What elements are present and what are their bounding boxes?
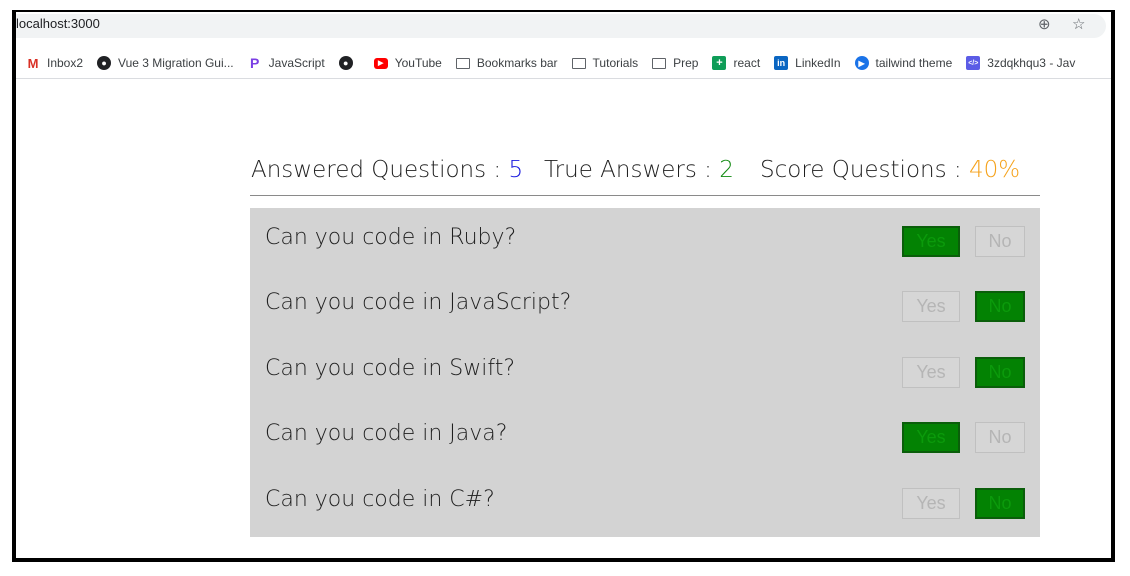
yes-button[interactable]: Yes (902, 291, 960, 322)
bookmark-globe[interactable]: ● (338, 56, 360, 70)
javascript-icon: P (249, 55, 260, 71)
no-button[interactable]: No (975, 422, 1025, 453)
url-text[interactable]: localhost:3000 (16, 16, 100, 31)
true-answers-label: True Answers : (544, 157, 720, 183)
question-row: Can you code in Ruby? Yes No (250, 208, 1040, 273)
globe-icon: ● (338, 56, 353, 70)
gmail-icon: M (27, 55, 39, 71)
question-text: Can you code in Ruby? (265, 225, 517, 250)
no-button[interactable]: No (975, 291, 1025, 322)
tailwind-icon: ▶ (854, 56, 869, 70)
yes-button[interactable]: Yes (902, 422, 960, 453)
bookmarks-bar: M Inbox2 ● Vue 3 Migration Gui... P Java… (16, 48, 1111, 79)
bookmark-label: JavaScript (268, 56, 325, 70)
true-answers-stat: True Answers : 2 (544, 157, 734, 183)
bookmark-label: 3zdqkhqu3 - Jav (987, 56, 1076, 70)
bookmark-tailwind-theme[interactable]: ▶ tailwind theme (854, 56, 953, 70)
bookmark-react[interactable]: + react (712, 56, 760, 70)
bookmark-javascript[interactable]: P JavaScript (248, 55, 325, 71)
stats-bar: Answered Questions : 5 True Answers : 2 … (250, 157, 1040, 196)
bookmark-inbox2[interactable]: M Inbox2 (26, 55, 84, 71)
true-answers-value: 2 (719, 157, 734, 183)
no-button[interactable]: No (975, 226, 1025, 257)
question-text: Can you code in C#? (265, 487, 495, 512)
bookmark-star-icon[interactable]: ☆ (1072, 15, 1085, 33)
bookmark-label: YouTube (394, 56, 442, 70)
question-text: Can you code in Swift? (265, 356, 516, 381)
bookmark-label: tailwind theme (875, 56, 953, 70)
bookmark-vue-migration[interactable]: ● Vue 3 Migration Gui... (97, 56, 234, 70)
bookmark-label: Bookmarks bar (476, 56, 558, 70)
no-button[interactable]: No (975, 357, 1025, 388)
folder-icon (652, 57, 667, 69)
answered-questions-stat: Answered Questions : 5 (251, 157, 523, 183)
question-row: Can you code in C#? Yes No (250, 470, 1040, 535)
answered-questions-label: Answered Questions : (251, 157, 509, 183)
question-row: Can you code in Swift? Yes No (250, 339, 1040, 404)
bookmark-label: Vue 3 Migration Gui... (118, 56, 234, 70)
bookmark-3zdqkhqu3[interactable]: </> 3zdqkhqu3 - Jav (966, 56, 1075, 70)
no-button[interactable]: No (975, 488, 1025, 519)
bookmark-prep[interactable]: Prep (652, 56, 698, 70)
answered-questions-value: 5 (508, 157, 524, 183)
youtube-icon: ▶ (373, 57, 388, 69)
zoom-icon[interactable]: ⊕ (1038, 15, 1051, 33)
folder-icon (455, 57, 470, 69)
bookmark-tutorials[interactable]: Tutorials (571, 56, 639, 70)
question-text: Can you code in JavaScript? (265, 290, 572, 315)
folder-icon (571, 57, 586, 69)
yes-button[interactable]: Yes (902, 226, 960, 257)
score-questions-value: 40% (968, 157, 1021, 183)
bookmark-youtube[interactable]: ▶ YouTube (373, 56, 442, 70)
questions-panel: Can you code in Ruby? Yes No Can you cod… (250, 208, 1040, 537)
bookmark-label: Tutorials (592, 56, 639, 70)
bookmark-label: LinkedIn (795, 56, 841, 70)
bookmark-label: Inbox2 (47, 56, 84, 70)
code-icon: </> (966, 56, 981, 70)
browser-window: localhost:3000 ⊕ ☆ M Inbox2 ● Vue 3 Migr… (12, 12, 1115, 562)
omnibox[interactable]: localhost:3000 ⊕ ☆ (16, 14, 1106, 38)
sheets-icon: + (712, 56, 727, 70)
score-questions-label: Score Questions : (760, 157, 969, 183)
bookmark-label: Prep (673, 56, 699, 70)
address-bar: localhost:3000 ⊕ ☆ (16, 12, 1111, 48)
question-row: Can you code in JavaScript? Yes No (250, 273, 1040, 338)
bookmark-label: react (733, 56, 761, 70)
linkedin-icon: in (774, 56, 789, 70)
score-questions-stat: Score Questions : 40% (760, 157, 1020, 183)
yes-button[interactable]: Yes (902, 488, 960, 519)
yes-button[interactable]: Yes (902, 357, 960, 388)
bookmark-bookmarks-bar[interactable]: Bookmarks bar (455, 56, 558, 70)
globe-icon: ● (97, 56, 112, 70)
bookmark-linkedin[interactable]: in LinkedIn (774, 56, 841, 70)
question-text: Can you code in Java? (265, 421, 508, 446)
question-row: Can you code in Java? Yes No (250, 404, 1040, 469)
